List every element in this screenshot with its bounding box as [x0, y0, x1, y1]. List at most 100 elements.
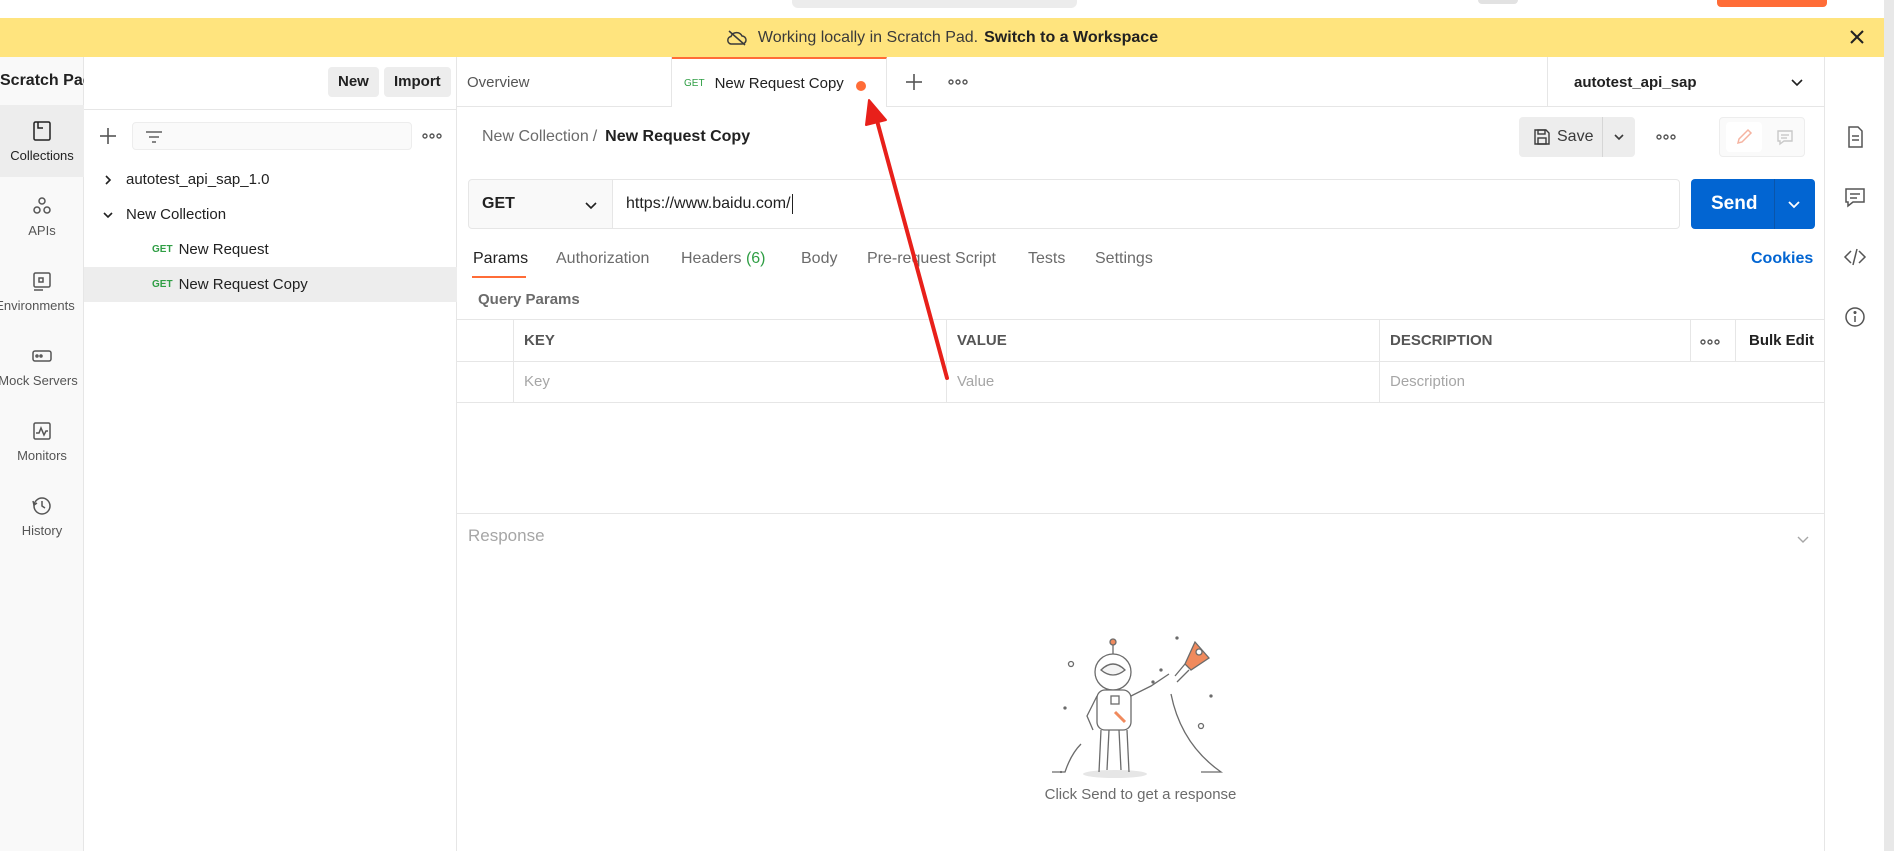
sidebar-item-history[interactable]: History — [0, 480, 84, 552]
sidebar-item-label: Mock Servers — [0, 372, 78, 388]
sidebar-rail: Collections APIs Environments Mock Serve… — [0, 57, 84, 851]
sidebar-item-mock-servers[interactable]: Mock Servers — [0, 330, 84, 402]
chevron-down-icon — [103, 211, 113, 218]
column-divider — [1379, 320, 1380, 402]
window-top-strip — [0, 0, 1894, 18]
chevron-down-icon — [1791, 79, 1803, 87]
upgrade-button[interactable] — [1717, 0, 1827, 7]
bulk-edit-button[interactable]: Bulk Edit — [1749, 332, 1814, 349]
tab-settings[interactable]: Settings — [1095, 250, 1153, 268]
active-tab-indicator — [472, 276, 526, 278]
chevron-down-icon[interactable] — [1787, 198, 1801, 210]
tab-headers[interactable]: Headers (6) — [681, 250, 766, 268]
query-params-label: Query Params — [478, 291, 580, 308]
switch-workspace-link[interactable]: Switch to a Workspace — [984, 29, 1158, 47]
chevron-down-icon[interactable] — [1796, 533, 1810, 545]
tab-tests[interactable]: Tests — [1028, 250, 1065, 268]
add-collection-icon[interactable] — [96, 124, 120, 148]
tree-item-label: New Request Copy — [178, 276, 308, 293]
tab-authorization[interactable]: Authorization — [556, 250, 649, 268]
code-icon[interactable] — [1843, 245, 1867, 269]
tab-params[interactable]: Params — [473, 250, 528, 268]
scratch-pad-banner: Working locally in Scratch Pad. Switch t… — [0, 18, 1884, 57]
pencil-icon — [1736, 128, 1753, 145]
tree-item-label: autotest_api_sap_1.0 — [126, 171, 270, 188]
tab-more-icon[interactable] — [947, 74, 969, 90]
info-icon[interactable] — [1843, 305, 1867, 329]
tree-collection-new[interactable]: New Collection — [84, 197, 457, 232]
pane-toolbar — [84, 110, 457, 162]
new-tab-icon[interactable] — [903, 71, 925, 93]
pane-header: New Import — [84, 57, 457, 110]
tree-request-new[interactable]: GET New Request — [84, 232, 457, 267]
close-icon[interactable] — [1846, 26, 1868, 48]
description-input[interactable]: Description — [1390, 373, 1465, 390]
sidebar-item-collections[interactable]: Collections — [0, 105, 84, 177]
environment-select[interactable]: autotest_api_sap — [1547, 57, 1824, 107]
sidebar-item-label: Collections — [10, 147, 74, 163]
column-divider — [513, 320, 514, 402]
sidebar-item-label: APIs — [28, 222, 56, 238]
sidebar-item-label: Monitors — [17, 447, 67, 463]
tab-pre-request-script[interactable]: Pre-request Script — [867, 250, 996, 268]
column-header-value: VALUE — [957, 332, 1007, 349]
astronaut-illustration — [1052, 636, 1224, 778]
method-select[interactable]: GET — [468, 179, 613, 229]
documentation-icon[interactable] — [1843, 125, 1867, 149]
edit-mode-button[interactable] — [1726, 122, 1762, 152]
chevron-down-icon[interactable] — [1613, 131, 1625, 143]
import-button[interactable]: Import — [384, 67, 451, 97]
apis-icon — [33, 196, 51, 214]
headers-count: (6) — [745, 250, 766, 267]
tree-request-new-copy[interactable]: GET New Request Copy — [84, 267, 457, 302]
method-badge: GET — [684, 77, 705, 89]
sidebar-item-monitors[interactable]: Monitors — [0, 405, 84, 477]
mode-toggle — [1719, 117, 1805, 157]
tree-collection-autotest[interactable]: autotest_api_sap_1.0 — [84, 162, 457, 197]
value-input[interactable]: Value — [957, 373, 994, 390]
breadcrumb-separator: / — [592, 128, 598, 145]
request-tab-bar: Overview GET New Request Copy autotest_a… — [457, 57, 1824, 107]
sidebar-item-environments[interactable]: Environments — [0, 255, 84, 327]
send-divider — [1774, 179, 1775, 229]
url-input[interactable]: https://www.baidu.com/ — [613, 179, 1680, 229]
avatar[interactable] — [1478, 0, 1518, 4]
filter-input[interactable] — [132, 122, 412, 150]
cloud-off-icon — [727, 29, 747, 46]
comments-icon[interactable] — [1843, 185, 1867, 209]
tree-item-label: New Collection — [126, 206, 227, 223]
more-options-icon[interactable] — [421, 127, 443, 145]
column-divider — [1690, 320, 1691, 362]
comment-mode-icon[interactable] — [1776, 128, 1794, 146]
method-badge: GET — [152, 279, 173, 290]
empty-response-message: Click Send to get a response — [1044, 786, 1237, 803]
unsaved-dot-icon — [856, 81, 866, 91]
sidebar-item-apis[interactable]: APIs — [0, 180, 84, 252]
send-label: Send — [1711, 193, 1758, 214]
tab-overview[interactable]: Overview — [457, 57, 672, 107]
tab-body[interactable]: Body — [801, 250, 837, 268]
save-divider — [1602, 117, 1603, 157]
send-button[interactable]: Send — [1691, 179, 1815, 229]
table-header-row — [457, 320, 1824, 362]
response-pane: Response Click Send to get a response — [457, 513, 1824, 851]
method-value: GET — [482, 195, 515, 212]
method-badge: GET — [152, 244, 173, 255]
new-button[interactable]: New — [328, 67, 379, 97]
text-caret — [791, 194, 793, 214]
chevron-right-icon — [105, 174, 112, 185]
sidebar-item-label: Environments — [0, 297, 75, 313]
mock-servers-icon — [32, 349, 52, 362]
breadcrumb-parent[interactable]: New Collection — [482, 128, 589, 145]
tab-new-request-copy[interactable]: GET New Request Copy — [672, 57, 887, 107]
url-value: https://www.baidu.com/ — [626, 195, 791, 212]
global-search-bar[interactable] — [792, 0, 1077, 8]
cookies-link[interactable]: Cookies — [1751, 250, 1813, 268]
key-input[interactable]: Key — [524, 373, 550, 390]
save-button[interactable]: Save — [1519, 117, 1635, 157]
request-more-icon[interactable] — [1655, 129, 1677, 145]
banner-message: Working locally in Scratch Pad. — [757, 28, 979, 46]
breadcrumb-current[interactable]: New Request Copy — [605, 128, 750, 145]
table-more-icon[interactable] — [1699, 334, 1721, 350]
column-divider — [946, 320, 947, 402]
